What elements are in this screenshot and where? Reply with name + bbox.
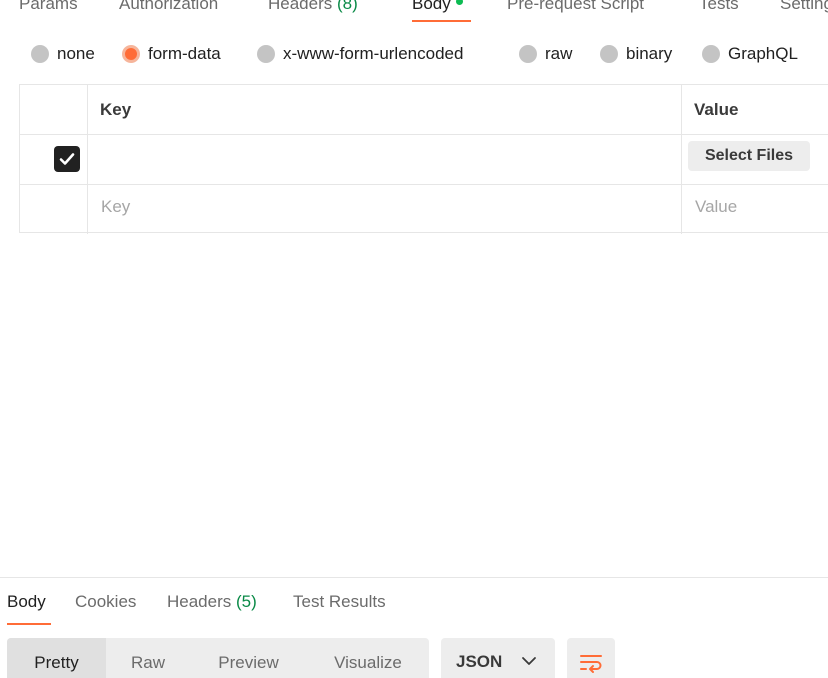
tab-pre-request-script[interactable]: Pre-request Script	[507, 0, 644, 14]
request-tabs: Params Authorization Headers (8) Body Pr…	[0, 0, 828, 24]
radio-label: form-data	[148, 44, 221, 63]
response-divider[interactable]	[0, 577, 828, 578]
wrap-lines-button[interactable]	[567, 638, 615, 678]
response-tab-headers[interactable]: Headers (5)	[167, 592, 257, 612]
value-column-header: Value	[682, 85, 828, 134]
table-row-new: Key Value	[20, 185, 828, 234]
radio-label: raw	[545, 44, 573, 63]
key-column-header: Key	[88, 85, 682, 134]
active-response-tab-indicator	[7, 623, 51, 625]
request-body-pane: Params Authorization Headers (8) Body Pr…	[0, 0, 828, 678]
radio-circle-selected	[122, 45, 140, 63]
key-header-label: Key	[100, 100, 132, 119]
radio-circle	[600, 45, 618, 63]
headers-count: (8)	[337, 0, 358, 13]
radio-form-data[interactable]: form-data	[122, 40, 221, 68]
radio-circle	[702, 45, 720, 63]
body-type-selector: none form-data x-www-form-urlencoded raw…	[0, 40, 828, 68]
radio-label: binary	[626, 44, 673, 63]
chevron-down-icon	[522, 657, 536, 665]
row-check-cell	[20, 135, 88, 184]
response-tab-test-results[interactable]: Test Results	[293, 592, 386, 612]
radio-label: x-www-form-urlencoded	[283, 44, 464, 63]
view-mode-group: Pretty Raw Preview Visualize	[7, 638, 429, 678]
radio-raw[interactable]: raw	[519, 40, 572, 68]
radio-circle	[519, 45, 537, 63]
row-check-cell	[20, 185, 88, 234]
radio-label: none	[57, 44, 95, 63]
view-preview-button[interactable]: Preview	[190, 638, 307, 678]
checkbox-column-header	[20, 85, 88, 134]
radio-circle	[257, 45, 275, 63]
value-header-label: Value	[694, 100, 739, 119]
radio-circle	[31, 45, 49, 63]
active-tab-indicator	[412, 20, 471, 22]
response-tab-cookies[interactable]: Cookies	[75, 592, 136, 612]
table-row: Select Files	[20, 135, 828, 185]
tab-authorization[interactable]: Authorization	[119, 0, 218, 14]
radio-binary[interactable]: binary	[600, 40, 672, 68]
form-data-table: Key Value Select Files Key Value	[19, 84, 828, 234]
tab-settings[interactable]: Settings	[780, 0, 828, 14]
tab-headers[interactable]: Headers (8)	[268, 0, 358, 14]
tab-tests[interactable]: Tests	[699, 0, 739, 14]
response-headers-count: (5)	[236, 592, 257, 611]
wrap-lines-icon	[580, 655, 602, 673]
view-pretty-button[interactable]: Pretty	[7, 638, 106, 678]
table-header-row: Key Value	[20, 85, 828, 135]
radio-none[interactable]: none	[31, 40, 95, 68]
radio-label: GraphQL	[728, 44, 798, 63]
select-files-button[interactable]: Select Files	[688, 141, 810, 171]
format-select-value: JSON	[456, 652, 503, 671]
response-tabs: Body Cookies Headers (5) Test Results	[0, 590, 828, 626]
tab-params[interactable]: Params	[19, 0, 78, 14]
new-value-input[interactable]: Value	[682, 185, 828, 234]
value-placeholder: Value	[695, 197, 738, 216]
format-select[interactable]: JSON	[441, 638, 555, 678]
key-placeholder: Key	[101, 197, 131, 216]
radio-graphql[interactable]: GraphQL	[702, 40, 798, 68]
body-status-dot	[455, 0, 463, 5]
radio-x-www-form-urlencoded[interactable]: x-www-form-urlencoded	[257, 40, 463, 68]
view-visualize-button[interactable]: Visualize	[307, 638, 429, 678]
view-raw-button[interactable]: Raw	[106, 638, 190, 678]
new-key-input[interactable]: Key	[88, 185, 682, 234]
response-tab-body[interactable]: Body	[7, 592, 46, 612]
row-enabled-checkbox[interactable]	[54, 146, 80, 172]
key-input-cell[interactable]	[88, 135, 682, 184]
tab-body[interactable]: Body	[412, 0, 463, 14]
check-icon	[59, 153, 75, 165]
value-cell: Select Files	[682, 135, 828, 184]
